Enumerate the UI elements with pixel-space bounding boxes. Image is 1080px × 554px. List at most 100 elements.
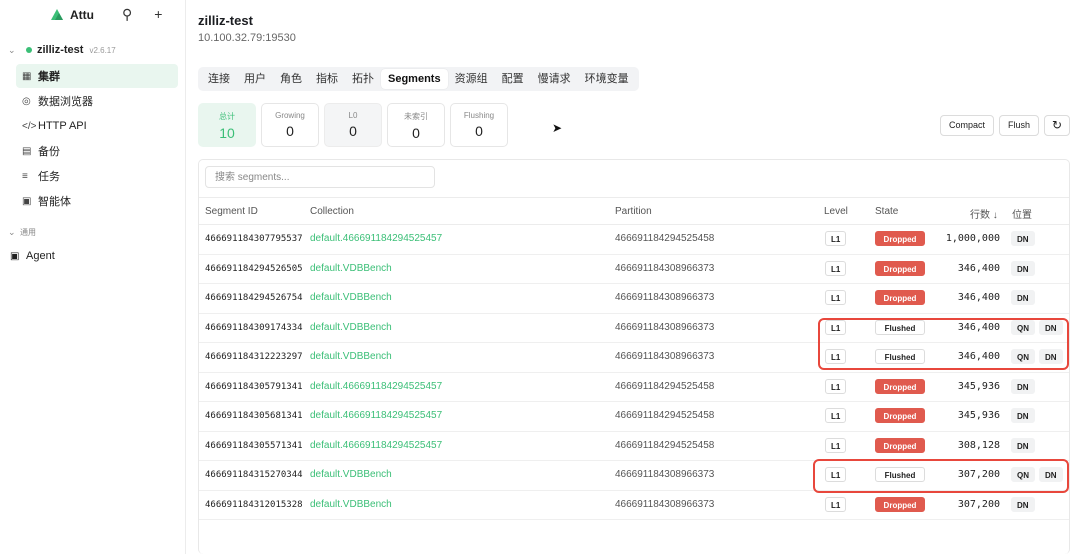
column-header-partition[interactable]: Partition — [615, 206, 652, 217]
search-input[interactable] — [205, 166, 435, 188]
position-badge: DN — [1011, 408, 1035, 423]
table-row[interactable]: 466691184305681341 default.46669118429452… — [199, 402, 1069, 432]
sidebar-item-data-explorer[interactable]: ◎ 数据浏览器 — [16, 89, 178, 113]
sidebar-item-agents[interactable]: ▣ 智能体 — [16, 189, 178, 213]
tab-slow-requests[interactable]: 慢请求 — [531, 69, 578, 89]
compact-button[interactable]: Compact — [939, 115, 994, 136]
table-row[interactable]: 466691184309174334 default.VDBBench 466691… — [199, 314, 1069, 343]
position-badge: DN — [1011, 437, 1035, 453]
segment-id: 466691184305571341 — [205, 440, 303, 451]
column-header-collection[interactable]: Collection — [310, 206, 354, 217]
position-cell: DN — [1011, 290, 1035, 305]
segment-id: 466691184305791341 — [205, 381, 303, 392]
sidebar-item-agent[interactable]: ▣ Agent — [10, 250, 55, 262]
table-row[interactable]: 466691184312015328 default.VDBBench 466691… — [199, 491, 1069, 520]
stat-card-total[interactable]: 总计 10 — [198, 103, 256, 147]
stat-value: 0 — [412, 125, 420, 141]
segment-id: 466691184305681341 — [205, 411, 303, 421]
table-row[interactable]: 466691184315270344 default.VDBBench 466691… — [199, 461, 1069, 491]
position-cell: DN — [1011, 231, 1035, 246]
position-badge: QN — [1011, 319, 1035, 335]
chevron-down-icon[interactable]: ⌄ — [8, 45, 22, 56]
stat-card-unindexed[interactable]: 未索引 0 — [387, 103, 445, 147]
position-badge: DN — [1011, 378, 1035, 394]
collection-link[interactable]: default.VDBBench — [310, 351, 392, 362]
segment-id: 466691184307795537 — [205, 234, 303, 244]
table-row[interactable]: 466691184305571341 default.46669118429452… — [199, 432, 1069, 461]
flush-button[interactable]: Flush — [998, 115, 1039, 136]
collection-link[interactable]: default.466691184294525457 — [310, 381, 442, 392]
stat-value: 10 — [219, 125, 235, 141]
status-badge: Dropped — [875, 378, 925, 394]
collection-link[interactable]: default.VDBBench — [310, 263, 392, 274]
tab-topology[interactable]: 拓扑 — [345, 69, 381, 89]
table-row[interactable]: 466691184294526754 default.VDBBench 466691… — [199, 284, 1069, 314]
tab-config[interactable]: 配置 — [495, 69, 531, 89]
level-badge: L1 — [825, 231, 847, 246]
sidebar-item-label: 备份 — [38, 146, 60, 158]
collection-link[interactable]: default.466691184294525457 — [310, 233, 442, 244]
partition-id: 466691184308966373 — [615, 321, 715, 333]
tab-resource-groups[interactable]: 资源组 — [448, 69, 495, 89]
status-badge: Dropped — [875, 496, 925, 512]
brand-name: Attu — [70, 8, 94, 22]
list-icon: ≡ — [22, 170, 28, 182]
tab-metrics[interactable]: 指标 — [309, 69, 345, 89]
collection-link[interactable]: default.VDBBench — [310, 499, 392, 510]
sidebar-item-cluster[interactable]: ▦ 集群 — [16, 64, 178, 88]
refresh-icon[interactable]: ↻ — [1044, 115, 1070, 136]
database-icon: ▤ — [22, 145, 32, 157]
stat-value: 0 — [286, 123, 294, 139]
status-badge: Dropped — [875, 260, 925, 276]
partition-id: 466691184294525458 — [615, 410, 715, 421]
tab-segments[interactable]: Segments — [381, 69, 448, 89]
stat-card-growing[interactable]: Growing 0 — [261, 103, 319, 147]
column-header-level[interactable]: Level — [824, 206, 848, 217]
level-badge: L1 — [825, 290, 847, 305]
partition-id: 466691184294525458 — [615, 439, 715, 451]
collection-link[interactable]: default.VDBBench — [310, 469, 392, 480]
status-badge: Flushed — [875, 467, 925, 482]
sidebar-item-tasks[interactable]: ≡ 任务 — [16, 164, 178, 188]
group-general[interactable]: ⌄ 通用 — [8, 227, 36, 238]
plus-icon[interactable]: + — [154, 6, 162, 23]
stat-value: 0 — [349, 123, 357, 139]
collection-link[interactable]: default.466691184294525457 — [310, 440, 442, 451]
tab-env-vars[interactable]: 环境变量 — [578, 69, 636, 89]
robot-icon: ▣ — [22, 195, 32, 207]
position-badge: QN — [1011, 349, 1035, 364]
sidebar-item-http-api[interactable]: </> HTTP API — [16, 114, 178, 138]
sidebar-item-label: 智能体 — [38, 196, 71, 208]
collection-link[interactable]: default.466691184294525457 — [310, 410, 442, 421]
row-count: 307,200 — [957, 469, 1000, 480]
tab-users[interactable]: 用户 — [237, 69, 273, 89]
table-row[interactable]: 466691184305791341 default.46669118429452… — [199, 373, 1069, 402]
table-row[interactable]: 466691184312223297 default.VDBBench 466691… — [199, 343, 1069, 373]
version-label: v2.6.17 — [89, 45, 116, 55]
search-icon[interactable]: ⚲ — [122, 6, 132, 23]
status-badge: Dropped — [875, 231, 925, 246]
table-row[interactable]: 466691184294526505 default.VDBBench 466691… — [199, 255, 1069, 284]
stat-card-l0[interactable]: L0 0 — [324, 103, 382, 147]
row-count: 1,000,000 — [945, 233, 1000, 244]
level-badge: L1 — [825, 496, 847, 512]
collection-link[interactable]: default.VDBBench — [310, 322, 392, 333]
row-count: 346,400 — [957, 321, 1000, 333]
column-header-rows[interactable]: 行数 ↓ — [970, 206, 998, 221]
robot-icon: ▣ — [10, 250, 20, 262]
row-count: 346,400 — [957, 292, 1000, 303]
connection-item[interactable]: ⌄ zilliz-test v2.6.17 — [8, 42, 177, 58]
column-header-state[interactable]: State — [875, 206, 898, 217]
position-badge: DN — [1011, 231, 1035, 246]
table-row[interactable]: 466691184307795537 default.46669118429452… — [199, 225, 1069, 255]
stat-card-flushing[interactable]: Flushing 0 — [450, 103, 508, 147]
column-header-segment-id[interactable]: Segment ID — [205, 206, 258, 217]
segments-panel: Segment ID Collection Partition Level St… — [198, 159, 1070, 554]
tab-roles[interactable]: 角色 — [273, 69, 309, 89]
sidebar-item-backup[interactable]: ▤ 备份 — [16, 139, 178, 163]
segment-id: 466691184312223297 — [205, 352, 303, 362]
partition-id: 466691184308966373 — [615, 262, 715, 274]
tab-connection[interactable]: 连接 — [201, 69, 237, 89]
column-header-position[interactable]: 位置 — [1012, 206, 1032, 221]
collection-link[interactable]: default.VDBBench — [310, 292, 392, 303]
